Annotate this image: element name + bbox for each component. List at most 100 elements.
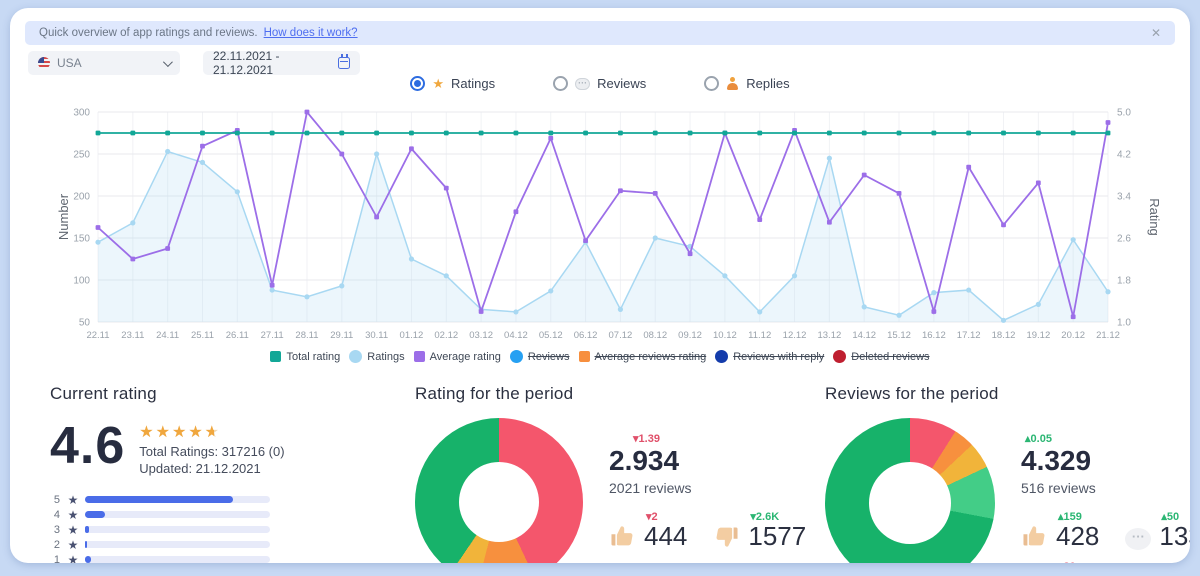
star-icon: ★ [65, 523, 81, 537]
svg-text:1.0: 1.0 [1117, 318, 1131, 329]
legend-swatch-icon [414, 351, 425, 362]
ratings-line-chart[interactable]: 501001502002503001.01.82.63.44.25.022.11… [46, 104, 1190, 348]
svg-text:Number: Number [56, 193, 71, 240]
thumb-down-icon [713, 523, 740, 550]
svg-text:15.12: 15.12 [887, 330, 911, 341]
thumb-up-icon [609, 523, 636, 550]
date-range-value: 22.11.2021 - 21.12.2021 [213, 49, 338, 77]
svg-text:06.12: 06.12 [574, 330, 598, 341]
svg-text:250: 250 [73, 150, 90, 161]
dashboard-card: Quick overview of app ratings and review… [10, 8, 1190, 563]
legend-swatch-icon [270, 351, 281, 362]
tab-replies[interactable]: Replies [704, 76, 789, 91]
svg-text:03.12: 03.12 [469, 330, 493, 341]
chart-legend: Total rating Ratings Average rating Revi… [10, 350, 1190, 363]
distribution-row: 2 ★ [50, 537, 380, 552]
rating-period-value: 2.934 [609, 445, 859, 477]
svg-text:100: 100 [73, 276, 90, 287]
rating-period-donut-chart [415, 418, 583, 563]
svg-text:3.4: 3.4 [1117, 192, 1131, 203]
svg-text:Rating: Rating [1147, 198, 1162, 236]
stat-thumb-up: ▴159 428 [1021, 510, 1099, 550]
svg-text:29.11: 29.11 [330, 330, 353, 341]
rating-period-stats: ▾2 444 ▾2.6K 1577 [609, 510, 859, 560]
svg-text:2.6: 2.6 [1117, 234, 1131, 245]
tab-label: Reviews [597, 76, 646, 91]
svg-text:18.12: 18.12 [992, 330, 1016, 341]
svg-text:08.12: 08.12 [643, 330, 667, 341]
tab-label: Replies [746, 76, 789, 91]
reviews-period-sub: 516 reviews [1021, 480, 1190, 496]
svg-text:1.8: 1.8 [1117, 276, 1131, 287]
legend-item[interactable]: Average rating [414, 351, 501, 363]
star-icon: ★ [65, 508, 81, 522]
close-icon[interactable]: ✕ [1151, 26, 1161, 40]
svg-text:27.11: 27.11 [261, 330, 284, 341]
star-rating-icon: ★★★★★★★★★★ [139, 424, 221, 442]
legend-item[interactable]: Average reviews rating [579, 351, 707, 363]
svg-text:10.12: 10.12 [713, 330, 737, 341]
svg-text:04.12: 04.12 [504, 330, 528, 341]
svg-text:13.12: 13.12 [817, 330, 841, 341]
rating-period-sub: 2021 reviews [609, 480, 859, 496]
stat-speech: ▴50 133 [1125, 510, 1190, 550]
svg-text:17.12: 17.12 [957, 330, 981, 341]
star-icon: ★ [65, 493, 81, 507]
rating-distribution: 5 ★ 4 ★ 3 ★ 2 ★ 1 ★ [50, 492, 380, 563]
speech-bubble-icon [1125, 528, 1151, 550]
total-ratings-line: Total Ratings: 317216 (0) [139, 444, 284, 459]
distribution-row: 4 ★ [50, 507, 380, 522]
tab-ratings[interactable]: ★ Ratings [410, 76, 495, 91]
svg-text:150: 150 [73, 234, 90, 245]
svg-text:23.11: 23.11 [121, 330, 144, 341]
chevron-down-icon [163, 57, 173, 67]
stat-thumb-up: ▾2 444 [609, 510, 687, 550]
svg-text:19.12: 19.12 [1026, 330, 1050, 341]
current-rating-panel: Current rating 4.6 ★★★★★★★★★★ Total Rati… [50, 384, 380, 563]
svg-text:28.11: 28.11 [295, 330, 318, 341]
svg-text:5.0: 5.0 [1117, 108, 1131, 119]
svg-text:200: 200 [73, 192, 90, 203]
legend-item[interactable]: Deleted reviews [833, 350, 929, 363]
svg-text:02.12: 02.12 [434, 330, 458, 341]
banner-text: Quick overview of app ratings and review… [39, 27, 258, 39]
legend-item[interactable]: Total rating [270, 351, 340, 363]
svg-text:09.12: 09.12 [678, 330, 702, 341]
how-it-works-link[interactable]: How does it work? [264, 27, 358, 39]
legend-swatch-icon [579, 351, 590, 362]
reviews-period-panel: Reviews for the period ▴0.05 4.329 516 r… [825, 384, 1190, 563]
thumb-up-icon [1021, 523, 1048, 550]
legend-swatch-icon [715, 350, 728, 363]
svg-text:11.12: 11.12 [748, 330, 771, 341]
reviews-period-donut-chart [825, 418, 995, 563]
star-icon: ★ [65, 553, 81, 564]
svg-text:24.11: 24.11 [156, 330, 179, 341]
reviews-period-title: Reviews for the period [825, 384, 1190, 404]
calendar-icon [338, 57, 350, 69]
reviews-period-value: 4.329 [1021, 445, 1190, 477]
legend-item[interactable]: Reviews with reply [715, 350, 824, 363]
stat-thumb-down: ▴30 88 [1021, 560, 1085, 563]
speech-bubble-icon [575, 78, 590, 90]
stat-thumb-down: ▾2.6K 1577 [713, 510, 806, 550]
tab-label: Ratings [451, 76, 495, 91]
distribution-row: 3 ★ [50, 522, 380, 537]
svg-text:26.11: 26.11 [226, 330, 249, 341]
info-banner: Quick overview of app ratings and review… [25, 21, 1175, 45]
star-icon: ★ [432, 77, 444, 90]
country-select[interactable]: USA [28, 51, 180, 75]
svg-text:05.12: 05.12 [539, 330, 563, 341]
radio-icon [410, 76, 425, 91]
legend-item[interactable]: Reviews [510, 350, 570, 363]
svg-text:12.12: 12.12 [783, 330, 807, 341]
svg-text:30.11: 30.11 [365, 330, 388, 341]
svg-text:14.12: 14.12 [852, 330, 876, 341]
radio-icon [704, 76, 719, 91]
tab-reviews[interactable]: Reviews [553, 76, 646, 91]
date-range-picker[interactable]: 22.11.2021 - 21.12.2021 [203, 51, 360, 75]
current-rating-title: Current rating [50, 384, 380, 404]
legend-item[interactable]: Ratings [349, 350, 404, 363]
svg-text:21.12: 21.12 [1096, 330, 1120, 341]
distribution-row: 5 ★ [50, 492, 380, 507]
updated-line: Updated: 21.12.2021 [139, 461, 284, 476]
